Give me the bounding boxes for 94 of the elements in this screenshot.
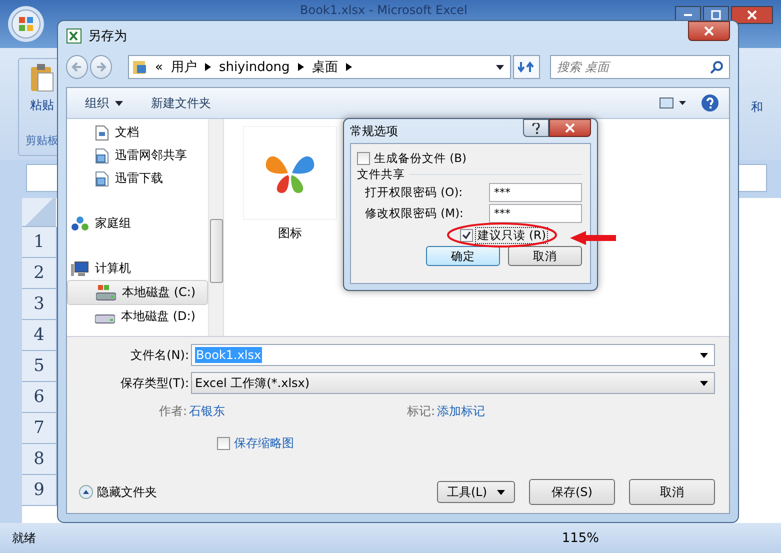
nav-item[interactable]: 迅雷网邻共享 <box>67 144 208 167</box>
dialog-title: 另存为 <box>88 28 127 45</box>
password-field[interactable]: *** <box>489 204 582 223</box>
cancel-button[interactable]: 取消 <box>629 479 715 505</box>
help-button[interactable] <box>523 119 549 137</box>
document-icon <box>95 124 109 140</box>
cancel-button[interactable]: 取消 <box>508 246 582 266</box>
nav-item[interactable]: 文档 <box>67 121 208 144</box>
zoom-level: 115% <box>562 530 599 546</box>
help-button[interactable] <box>701 94 719 112</box>
password-field[interactable]: *** <box>489 183 582 202</box>
help-icon <box>701 94 719 112</box>
checkbox-label: 生成备份文件 (B) <box>374 150 467 166</box>
chevron-icon <box>298 63 304 71</box>
field-label: 保存类型(T): <box>119 374 190 392</box>
author-label: 作者: <box>159 402 188 420</box>
row-header[interactable]: 2 <box>22 258 57 289</box>
close-icon <box>704 26 714 36</box>
read-only-checkbox[interactable] <box>460 228 474 242</box>
hide-folders-button[interactable]: 隐藏文件夹 <box>79 484 157 500</box>
row-header[interactable]: 5 <box>22 351 57 382</box>
computer-icon <box>71 260 89 276</box>
office-logo-icon <box>11 9 41 39</box>
row-header[interactable]: 8 <box>22 444 57 475</box>
address-bar[interactable]: « 用户 shiyindong 桌面 <box>128 55 511 79</box>
ribbon-label: 和 <box>751 98 763 116</box>
nav-item[interactable]: 迅雷下载 <box>67 167 208 190</box>
collapse-icon <box>79 485 93 499</box>
field-label: 打开权限密码 (O): <box>365 185 464 200</box>
shared-folder-icon <box>95 170 109 186</box>
dropdown-arrow-icon <box>700 352 708 358</box>
refresh-button[interactable] <box>512 55 540 79</box>
organize-menu[interactable]: 组织 <box>85 94 123 112</box>
back-arrow-icon <box>70 61 83 73</box>
checkbox-label[interactable]: 保存缩略图 <box>234 435 294 452</box>
file-type-dropdown[interactable]: Excel 工作簿(*.xlsx) <box>191 372 715 394</box>
excel-icon <box>66 28 82 44</box>
paste-button[interactable]: 粘贴 <box>29 63 55 133</box>
field-label: 文件名(N): <box>130 346 190 364</box>
maximize-icon <box>711 10 721 20</box>
backup-checkbox[interactable] <box>357 152 370 164</box>
chevron-icon <box>204 63 211 71</box>
close-icon <box>747 10 757 20</box>
window-title: Book1.xlsx - Microsoft Excel <box>300 3 468 17</box>
checkbox-label: 建议只读 (R) <box>475 226 548 244</box>
close-icon <box>565 123 575 133</box>
homegroup-icon <box>71 216 89 232</box>
minimize-icon <box>684 14 692 16</box>
search-field[interactable]: 搜索 桌面 <box>550 55 730 79</box>
system-drive-icon <box>96 284 116 300</box>
search-icon <box>710 61 723 74</box>
nav-item[interactable]: 计算机 <box>67 257 208 280</box>
thumbnail-checkbox[interactable] <box>217 437 230 450</box>
tools-button[interactable]: 工具(L) <box>437 481 515 503</box>
row-header[interactable]: 4 <box>22 320 57 351</box>
row-header[interactable]: 6 <box>22 382 57 413</box>
close-button[interactable] <box>731 6 773 24</box>
group-label: 剪贴板 <box>26 133 58 148</box>
dropdown-arrow-icon <box>497 490 506 494</box>
file-item[interactable]: 图标 <box>244 127 336 242</box>
tags-label: 标记: <box>407 402 436 420</box>
clipboard-icon <box>29 63 55 93</box>
row-header[interactable]: 9 <box>22 475 57 506</box>
office-button[interactable] <box>8 6 44 42</box>
nav-item[interactable]: 本地磁盘 (D:) <box>67 305 208 328</box>
dropdown-arrow-icon <box>496 64 504 70</box>
refresh-icon <box>518 60 534 74</box>
nav-item[interactable]: 本地磁盘 (C:) <box>67 280 208 305</box>
new-folder-button[interactable]: 新建文件夹 <box>151 94 211 112</box>
view-icon <box>659 97 687 109</box>
row-header[interactable]: 7 <box>22 413 57 444</box>
ok-button[interactable]: 确定 <box>426 246 500 266</box>
arrow-annotation <box>570 230 616 246</box>
group-label: 文件共享 <box>357 166 405 182</box>
scrollbar[interactable] <box>208 119 223 336</box>
help-icon <box>532 122 540 134</box>
dialog-title: 常规选项 <box>350 123 398 140</box>
shared-folder-icon <box>95 148 109 164</box>
field-label: 修改权限密码 (M): <box>365 206 464 221</box>
folder-icon <box>132 59 147 75</box>
nav-item[interactable]: 家庭组 <box>67 212 208 235</box>
row-header[interactable]: 1 <box>22 227 57 258</box>
add-tags-link[interactable]: 添加标记 <box>437 402 486 420</box>
save-button[interactable]: 保存(S) <box>529 479 615 505</box>
status-text: 就绪 <box>12 530 36 546</box>
chevron-icon <box>346 63 352 71</box>
close-button[interactable] <box>549 119 591 137</box>
dropdown-arrow-icon <box>115 100 123 106</box>
row-header[interactable]: 3 <box>22 289 57 320</box>
dropdown-arrow-icon <box>700 380 708 386</box>
close-button[interactable] <box>688 21 730 41</box>
forward-arrow-icon <box>94 61 107 73</box>
author-link[interactable]: 石银东 <box>189 402 226 420</box>
view-button[interactable] <box>659 97 687 109</box>
